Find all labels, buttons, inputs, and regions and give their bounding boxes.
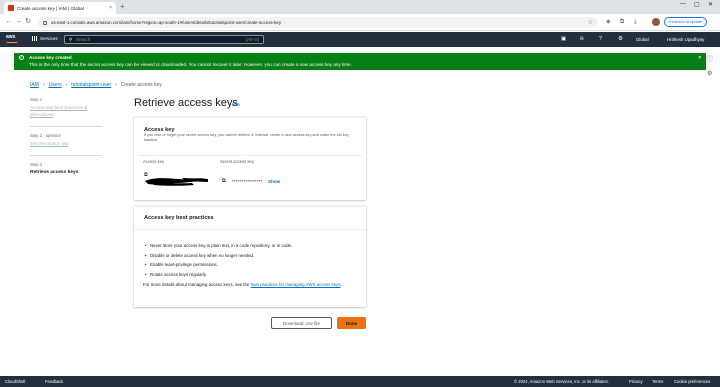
browser-tab[interactable]: Create access key | IAM | Global × [4,2,116,14]
redacted-access-key [145,178,208,186]
secret-access-key-masked: **************** [232,179,263,184]
step-1-link[interactable]: Access key best practices & alternatives [30,104,100,118]
close-icon[interactable]: ✕ [698,55,702,61]
list-item: Disable or delete access key when no lon… [145,251,292,261]
access-key-column-header: Access key [143,159,165,164]
gear-icon[interactable]: ⚙ [618,36,623,43]
aws-favicon-icon [8,5,14,11]
access-key-description: If you lose or forget your secret access… [144,133,349,142]
breadcrumb-iam[interactable]: IAM [30,82,39,88]
help-icon[interactable]: ? [599,36,602,43]
search-icon: ⚲ [69,36,73,42]
best-practices-heading: Access key best practices [144,215,214,221]
bookmark-star-icon[interactable]: ☆ [588,19,593,26]
region-selector[interactable]: Global [636,36,649,43]
puzzle-icon[interactable]: ⧉ [620,18,624,26]
console-footer: CloudShell Feedback © 2024, Amazon Web S… [0,376,720,387]
access-key-heading: Access key [144,127,175,133]
forward-icon[interactable]: → [15,17,22,27]
privacy-link[interactable]: Privacy [629,379,643,384]
best-practices-list: Never store your access key in plain tex… [145,241,292,280]
done-button[interactable]: Done [337,317,366,329]
copyright-text: © 2024, Amazon Web Services, Inc. or its… [514,379,609,384]
browser-tab-bar: Create access key | IAM | Global × + — ▢… [0,0,720,14]
chevron-right-icon: › [65,82,68,88]
search-shortcut: [Alt+S] [245,37,259,42]
more-suffix: . [340,282,342,287]
search-input[interactable]: ⚲ Search [Alt+S] [64,35,264,44]
divider [138,155,362,156]
aws-top-nav: aws Services ⚲ Search [Alt+S] ▣ ⍾ ? ⚙ Gl… [0,32,720,47]
search-placeholder: Search [76,37,91,42]
site-info-icon[interactable] [43,20,47,25]
list-item: Never store your access key in plain tex… [145,241,292,251]
show-secret-link[interactable]: Show [268,179,280,184]
close-window-icon[interactable]: ✕ [708,1,713,8]
chevron-right-icon: › [42,82,45,88]
best-practices-link[interactable]: best practices for managing AWS access k… [251,282,341,287]
step-divider [30,126,102,127]
tab-title: Create access key | IAM | Global [17,5,84,11]
services-label: Services [40,36,58,41]
aws-logo[interactable]: aws [6,34,15,40]
step-3-label: Step 3 [30,162,43,167]
url-text: us-east-1.console.aws.amazon.com/iam/hom… [51,20,282,25]
cookie-preferences-link[interactable]: Cookie preferences [674,379,710,384]
profile-avatar[interactable] [652,18,660,26]
info-link[interactable]: Info [232,102,240,107]
flash-message: This is the only time that the secret ac… [29,62,353,67]
more-prefix: For more details about managing access k… [143,282,251,287]
best-practices-more: For more details about managing access k… [143,281,358,289]
breadcrumb: IAM › Users › tutorialspoint-user › Crea… [30,82,162,88]
new-tab-button[interactable]: + [120,2,125,12]
step-2-label: Step 2 - optional [30,133,61,138]
relaunch-button[interactable]: Relaunch to update [664,17,707,27]
breadcrumb-users[interactable]: Users [49,82,62,88]
secret-key-column-header: Secret access key [220,159,254,164]
copy-secret-icon[interactable]: ⧉ [222,178,226,184]
list-item: Rotate access keys regularly. [145,270,292,280]
page-title: Retrieve access keys [134,97,238,109]
address-bar[interactable]: us-east-1.console.aws.amazon.com/iam/hom… [38,17,598,28]
success-flash: ✓ Access key created This is the only ti… [14,53,706,70]
bell-icon[interactable]: ⍾ [580,36,584,43]
step-1-label: Step 1 [30,97,43,102]
feedback-link[interactable]: Feedback [45,379,63,384]
step-3-current: Retrieve access keys [30,170,79,175]
close-tab-icon[interactable]: × [109,5,112,11]
divider [134,229,366,230]
maximize-icon[interactable]: ▢ [694,1,700,8]
info-panel-icon[interactable]: ⓘ [707,54,713,63]
success-icon: ✓ [19,55,24,60]
cloudshell-icon[interactable]: ▣ [561,36,566,43]
download-icon[interactable]: ⤓ [634,18,637,26]
services-menu[interactable]: Services [32,36,58,41]
settings-panel-icon[interactable]: ⚙ [707,70,712,77]
breadcrumb-user[interactable]: tutorialspoint-user [71,82,111,88]
grid-icon [32,36,37,41]
list-item: Enable least-privilege permissions. [145,260,292,270]
back-icon[interactable]: ← [5,17,12,27]
download-csv-button[interactable]: Download .csv file [271,317,332,329]
account-menu[interactable]: Hrithesh Upadhyay [667,36,704,43]
terms-link[interactable]: Terms [652,379,663,384]
breadcrumb-current: Create access key [120,82,162,88]
aws-smile-icon [6,41,18,43]
extension-icon[interactable]: ◈ [606,18,611,26]
cloudshell-link[interactable]: CloudShell [5,379,25,384]
step-divider [30,155,102,156]
minimize-icon[interactable]: — [680,1,686,7]
browser-toolbar: ← → ↻ us-east-1.console.aws.amazon.com/i… [0,14,720,31]
chevron-right-icon: › [115,82,117,88]
step-2-link[interactable]: Set description tag [30,140,100,147]
flash-title: Access key created [29,55,72,60]
reload-icon[interactable]: ↻ [25,17,31,27]
